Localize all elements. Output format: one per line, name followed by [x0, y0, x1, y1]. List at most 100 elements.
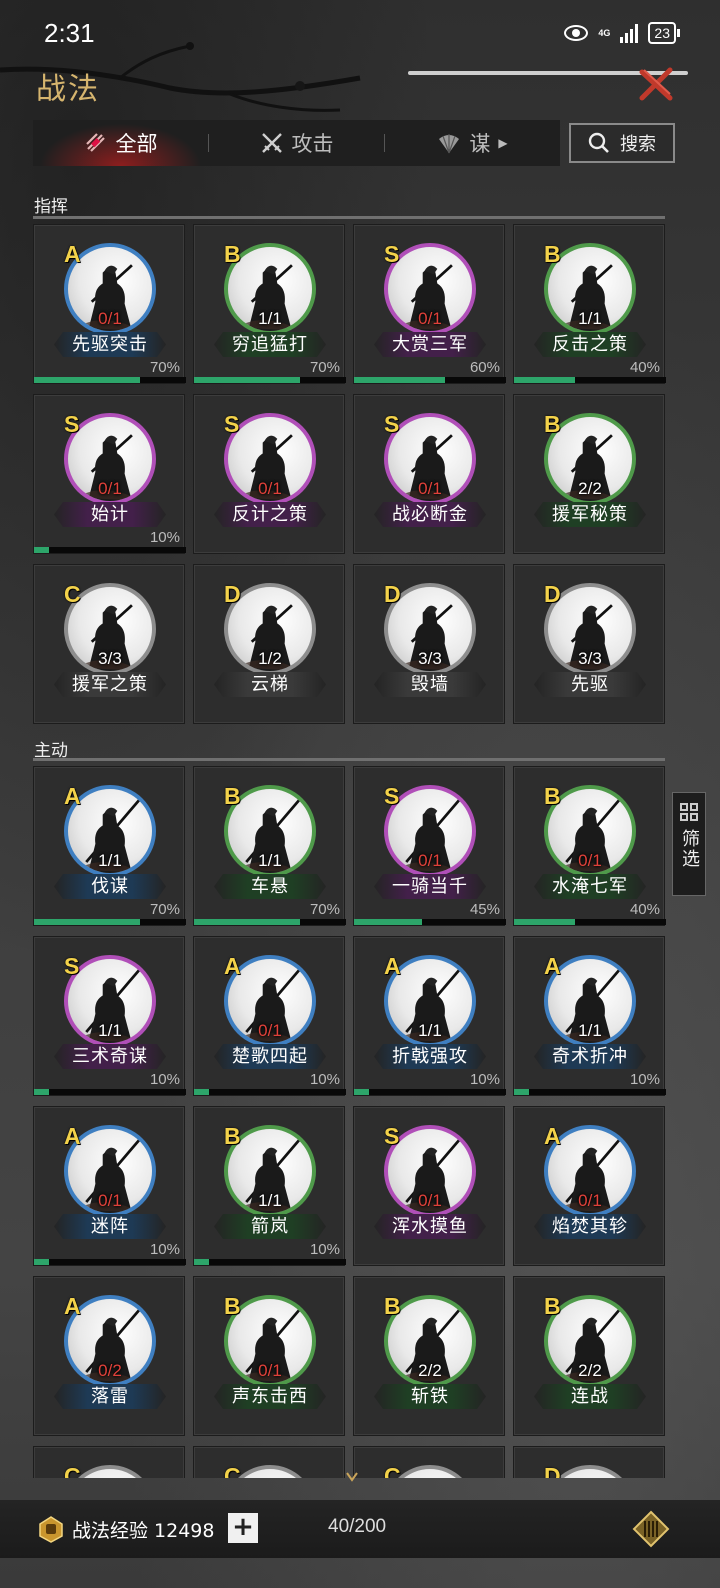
- tactic-exp: 战法经验 12498: [72, 1520, 215, 1542]
- tactic-card[interactable]: B 1/1 车悬 70%: [193, 766, 346, 926]
- research-percent: 70%: [149, 901, 180, 918]
- tactic-count: 0/1: [98, 479, 122, 498]
- grade-label: S: [384, 411, 400, 437]
- research-progress-fill: [194, 1089, 210, 1095]
- tactic-card[interactable]: A 0/1 焰焚其轸: [513, 1106, 665, 1266]
- tactic-count: 0/1: [578, 1191, 602, 1210]
- research-percent: 10%: [309, 1241, 340, 1258]
- research-percent: 10%: [149, 1241, 180, 1258]
- tactic-card[interactable]: S 1/1 三术奇谋 10%: [33, 936, 186, 1096]
- chevron-right-icon[interactable]: ▶: [498, 136, 507, 150]
- add-exp-button[interactable]: +: [228, 1513, 258, 1543]
- tactic-card[interactable]: B 1/1 箭岚 10%: [193, 1106, 346, 1266]
- tactic-card[interactable]: A 0/1 先驱突击 70%: [33, 224, 186, 384]
- grade-label: D: [544, 581, 561, 607]
- tactic-count: 0/1: [418, 851, 442, 870]
- tactic-name: 箭岚: [214, 1214, 326, 1239]
- tactic-card[interactable]: A 0/2 落雷: [33, 1276, 185, 1436]
- tab-strategy[interactable]: 谋 ▶: [385, 120, 560, 166]
- grade-label: C: [64, 1463, 81, 1478]
- grade-label: S: [224, 411, 240, 437]
- tactic-card[interactable]: S 0/1 反计之策: [193, 394, 345, 554]
- filter-button[interactable]: 筛选: [672, 792, 706, 896]
- tactic-card[interactable]: B 2/2 援军秘策: [513, 394, 665, 554]
- close-icon[interactable]: [636, 64, 676, 104]
- tactic-card[interactable]: C: [193, 1446, 345, 1478]
- tactic-name: 焰焚其轸: [534, 1214, 646, 1239]
- tactic-count: 0/1: [578, 851, 602, 870]
- grade-label: C: [224, 1463, 241, 1478]
- tactic-name: 大赏三军: [374, 332, 486, 357]
- tactic-card[interactable]: A 0/1 楚歌四起 10%: [193, 936, 346, 1096]
- tactic-card[interactable]: B 0/1 水淹七军 40%: [513, 766, 666, 926]
- research-progress-fill: [354, 919, 423, 925]
- tactic-card[interactable]: A 1/1 折戟强攻 10%: [353, 936, 506, 1096]
- tactic-count: 0/1: [418, 1191, 442, 1210]
- tactic-card[interactable]: S 0/1 一骑当千 45%: [353, 766, 506, 926]
- research-progress-fill: [34, 377, 141, 383]
- tactic-name: 援军之策: [54, 672, 166, 697]
- research-percent: 10%: [309, 1071, 340, 1088]
- tactic-name: 水淹七军: [534, 874, 646, 899]
- grade-label: A: [384, 953, 401, 979]
- tactic-card[interactable]: S 0/1 浑水摸鱼: [353, 1106, 505, 1266]
- tactic-card[interactable]: B 2/2 连战: [513, 1276, 665, 1436]
- tactic-count: 1/1: [98, 851, 122, 870]
- tactic-card[interactable]: D 3/3 先驱: [513, 564, 665, 724]
- tactic-name: 始计: [54, 502, 166, 527]
- research-percent: 70%: [309, 901, 340, 918]
- search-button[interactable]: 搜索: [569, 123, 675, 163]
- tactic-card[interactable]: S 0/1 始计 10%: [33, 394, 186, 554]
- tactic-card[interactable]: C 3/3 援军之策: [33, 564, 185, 724]
- grade-label: A: [64, 783, 81, 809]
- tactic-count: 1/1: [578, 1021, 602, 1040]
- grade-label: A: [64, 1293, 81, 1319]
- tab-all[interactable]: 全部: [33, 120, 208, 166]
- tactic-card[interactable]: B 0/1 声东击西: [193, 1276, 345, 1436]
- section-divider: [33, 216, 665, 219]
- research-percent: 70%: [149, 359, 180, 376]
- tactic-card[interactable]: A 1/1 奇术折冲 10%: [513, 936, 666, 1096]
- tactic-card[interactable]: A 1/1 伐谋 70%: [33, 766, 186, 926]
- tactic-name: 车悬: [214, 874, 326, 899]
- tactic-card[interactable]: S 0/1 战必断金: [353, 394, 505, 554]
- tactic-name: 折戟强攻: [374, 1044, 486, 1069]
- search-icon: [588, 132, 609, 153]
- tactics-list[interactable]: 指挥 A 0/1 先驱突击 70% B 1/1 穷追猛打 70% S 0/1 大赏三军 60% B 1/1…: [0, 182, 720, 1478]
- tactic-name: 援军秘策: [534, 502, 646, 527]
- grade-label: A: [544, 1123, 561, 1149]
- bamboo-scroll-icon[interactable]: [632, 1510, 670, 1548]
- tactic-name: 反计之策: [214, 502, 326, 527]
- tactic-card[interactable]: B 1/1 穷追猛打 70%: [193, 224, 346, 384]
- tab-attack[interactable]: 攻击: [209, 120, 384, 166]
- tactic-card[interactable]: A 0/1 迷阵 10%: [33, 1106, 186, 1266]
- eye-icon: [564, 25, 589, 41]
- tactic-name: 先驱突击: [54, 332, 166, 357]
- tactic-count: 3/3: [418, 649, 442, 668]
- tactic-card[interactable]: C: [353, 1446, 505, 1478]
- tactic-card[interactable]: C: [33, 1446, 185, 1478]
- tactic-capacity: 40/200: [328, 1516, 387, 1537]
- tactic-card[interactable]: D: [513, 1446, 665, 1478]
- research-progress-bar: [354, 1089, 506, 1095]
- research-progress-bar: [34, 547, 186, 553]
- grade-label: S: [384, 241, 400, 267]
- grade-label: A: [64, 241, 81, 267]
- research-progress-fill: [34, 919, 141, 925]
- scroll-down-arrow-icon: [346, 1472, 358, 1482]
- tactic-card[interactable]: B 1/1 反击之策 40%: [513, 224, 666, 384]
- signal-icon: [620, 23, 639, 43]
- tactic-count: 0/1: [418, 309, 442, 328]
- grade-label: B: [224, 241, 241, 267]
- grade-label: B: [224, 783, 241, 809]
- tactic-card[interactable]: D 3/3 毁墙: [353, 564, 505, 724]
- search-label: 搜索: [620, 134, 656, 155]
- grade-label: S: [384, 783, 400, 809]
- grade-label: A: [64, 1123, 81, 1149]
- tactic-count: 1/1: [258, 1191, 282, 1210]
- tactic-card[interactable]: S 0/1 大赏三军 60%: [353, 224, 506, 384]
- tactic-name: 声东击西: [214, 1384, 326, 1409]
- research-progress-fill: [354, 1089, 370, 1095]
- tactic-card[interactable]: D 1/2 云梯: [193, 564, 345, 724]
- tactic-card[interactable]: B 2/2 斩铁: [353, 1276, 505, 1436]
